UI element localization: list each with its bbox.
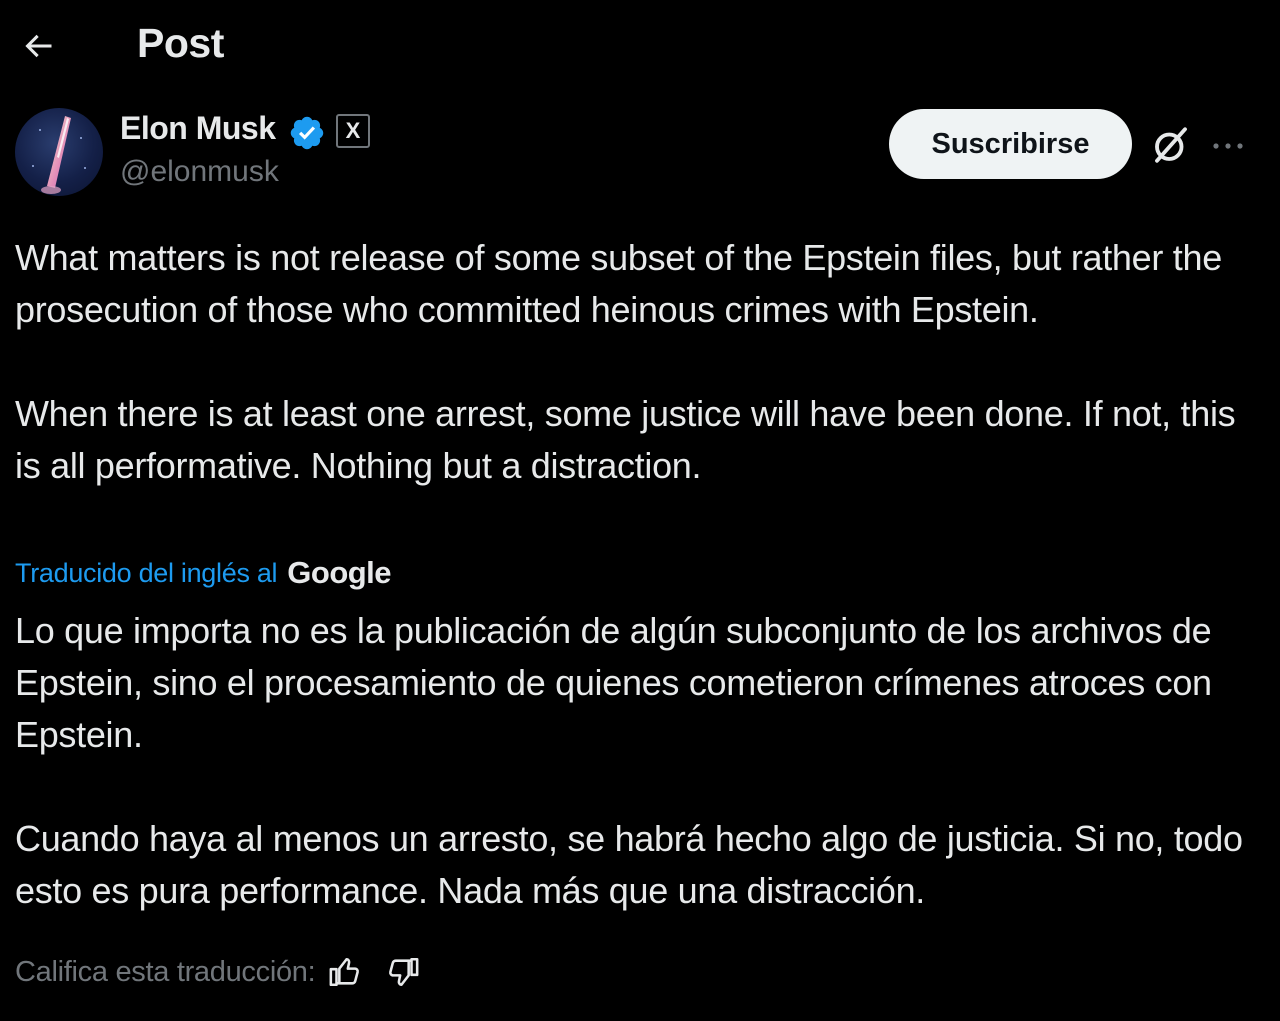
subscribe-button[interactable]: Suscribirse	[889, 109, 1132, 179]
post-paragraph: When there is at least one arrest, some …	[15, 393, 1236, 486]
rate-translation-label: Califica esta traducción:	[15, 955, 316, 988]
translation-attribution: Traducido del inglés al Google	[15, 553, 392, 593]
rate-translation: Califica esta traducción:	[15, 950, 425, 994]
translated-paragraph: Cuando haya al menos un arresto, se habr…	[15, 818, 1243, 911]
more-horizontal-icon	[1213, 143, 1243, 149]
avatar[interactable]	[15, 108, 103, 196]
thumbs-up-icon	[329, 957, 360, 987]
more-options-button[interactable]	[1206, 126, 1250, 166]
post-text-original: What matters is not release of some subs…	[15, 232, 1265, 492]
avatar-image	[32, 116, 86, 194]
post-paragraph: What matters is not release of some subs…	[15, 237, 1222, 330]
back-button[interactable]	[14, 22, 62, 70]
rate-up-button[interactable]	[323, 950, 367, 994]
page-title: Post	[137, 20, 224, 66]
post-header: Post	[0, 0, 1280, 92]
grok-button[interactable]	[1148, 122, 1194, 168]
rate-down-button[interactable]	[381, 950, 425, 994]
affiliate-badge: X	[336, 114, 370, 148]
translated-paragraph: Lo que importa no es la publicación de a…	[15, 610, 1212, 755]
author-name[interactable]: Elon Musk	[120, 110, 276, 147]
google-logo: Google	[287, 555, 392, 590]
grok-icon	[1155, 127, 1187, 163]
thumbs-down-icon	[389, 957, 419, 987]
arrow-left-icon	[25, 34, 52, 58]
translated-label[interactable]: Traducido del inglés al	[15, 558, 278, 589]
post-text-translated: Lo que importa no es la publicación de a…	[15, 605, 1265, 917]
author-handle[interactable]: @elonmusk	[120, 155, 279, 189]
verified-badge-icon	[290, 116, 324, 150]
